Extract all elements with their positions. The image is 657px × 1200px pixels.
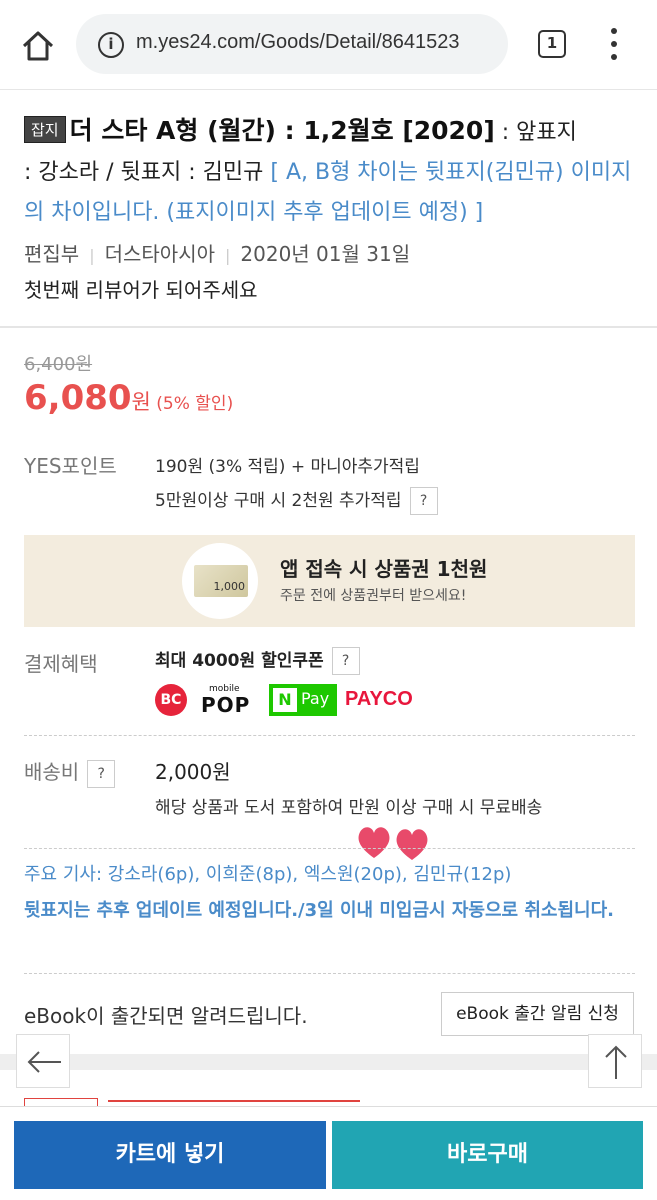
section-separator [0,1054,657,1070]
add-to-cart-button[interactable]: 카트에 넣기 [14,1121,326,1189]
original-price: 6,400원 [24,354,93,375]
app-voucher-banner[interactable]: 1,000 앱 접속 시 상품권 1천원 주문 전에 상품권부터 받으세요! [24,535,635,627]
mobile-pop-logo: mobile POP [201,684,251,717]
browser-toolbar: i m.yes24.com/Goods/Detail/8641523 1 [0,0,657,90]
product-title: 더 스타 A형 (월간) : 1,2월호 [2020] [69,116,495,145]
coupon-help-button[interactable]: ? [331,647,360,675]
shipping-fee: 2,000원 [155,760,231,784]
author: 편집부 [24,242,80,266]
section-divider [0,326,657,328]
product-subtitle: : 앞표지 [494,120,577,145]
points-line2: 5만원이상 구매 시 2천원 추가적립? [155,486,438,515]
back-arrow-icon[interactable] [16,1034,70,1088]
overflow-menu-icon[interactable] [604,26,624,62]
home-icon[interactable] [18,26,58,66]
coupon-text: 최대 4000원 할인쿠폰? [155,646,360,675]
sale-price: 6,080원 (5% 할인) [24,378,233,418]
product-subtitle-cont: : 강소라 / 뒷표지 : 김민규 [24,160,264,185]
sale-price-unit: 원 [131,390,151,414]
shipping-label: 배송비? [24,756,116,788]
naver-pay-logo: N Pay [269,684,337,716]
purchase-footer: 카트에 넣기 바로구매 [0,1106,657,1200]
payment-label: 결제혜택 [24,652,98,676]
points-help-button[interactable]: ? [409,487,438,515]
url-text[interactable]: m.yes24.com/Goods/Detail/8641523 [136,31,496,54]
shipping-note: 해당 상품과 도서 포함하여 만원 이상 구매 시 무료배송 [155,798,543,818]
shipping-help-button[interactable]: ? [87,759,116,788]
tab-switcher-button[interactable]: 1 [538,30,566,58]
buy-now-button[interactable]: 바로구매 [332,1121,643,1189]
product-title-block: 잡지 더 스타 A형 (월간) : 1,2월호 [2020] : 앞표지 : 강소라… [24,112,634,232]
ebook-notice: eBook이 출간되면 알려드립니다. [24,1004,308,1028]
publisher-link[interactable]: 더스타아시아 [105,242,215,266]
main-articles: 주요 기사: 강소라(6p), 이희준(8p), 엑스원(20p), 김민규(1… [24,864,512,885]
points-line1: 190원 (3% 적립) + 마니아추가적립 [155,457,420,477]
product-meta: 편집부 | 더스타아시아 | 2020년 01월 31일 [24,242,411,266]
partial-shipping-info [24,1096,364,1106]
voucher-icon: 1,000 [182,543,258,619]
sale-price-amount: 6,080 [24,378,132,418]
dashed-divider [24,973,635,974]
info-icon[interactable]: i [98,32,124,58]
ebook-alert-button[interactable]: eBook 출간 알림 신청 [441,992,634,1036]
dashed-divider [24,735,635,736]
discount-rate: (5% 할인) [150,394,234,414]
payco-logo: PAYCO [345,688,413,710]
address-bar[interactable]: i m.yes24.com/Goods/Detail/8641523 [76,14,508,74]
update-notice: 뒷표지는 추후 업데이트 예정입니다./3일 이내 미입금시 자동으로 취소됩니… [24,900,614,921]
banner-subtitle: 주문 전에 상품권부터 받으세요! [280,588,467,604]
bc-card-logo: BC [155,684,187,716]
category-badge: 잡지 [24,116,66,143]
scroll-top-arrow-icon[interactable] [588,1034,642,1088]
banner-title: 앱 접속 시 상품권 1천원 [280,557,488,581]
dashed-divider [24,848,635,849]
points-label: YES포인트 [24,454,117,478]
review-prompt-link[interactable]: 첫번째 리뷰어가 되어주세요 [24,274,258,303]
heart-stickers-icon [354,822,434,862]
publish-date: 2020년 01월 31일 [240,242,411,266]
